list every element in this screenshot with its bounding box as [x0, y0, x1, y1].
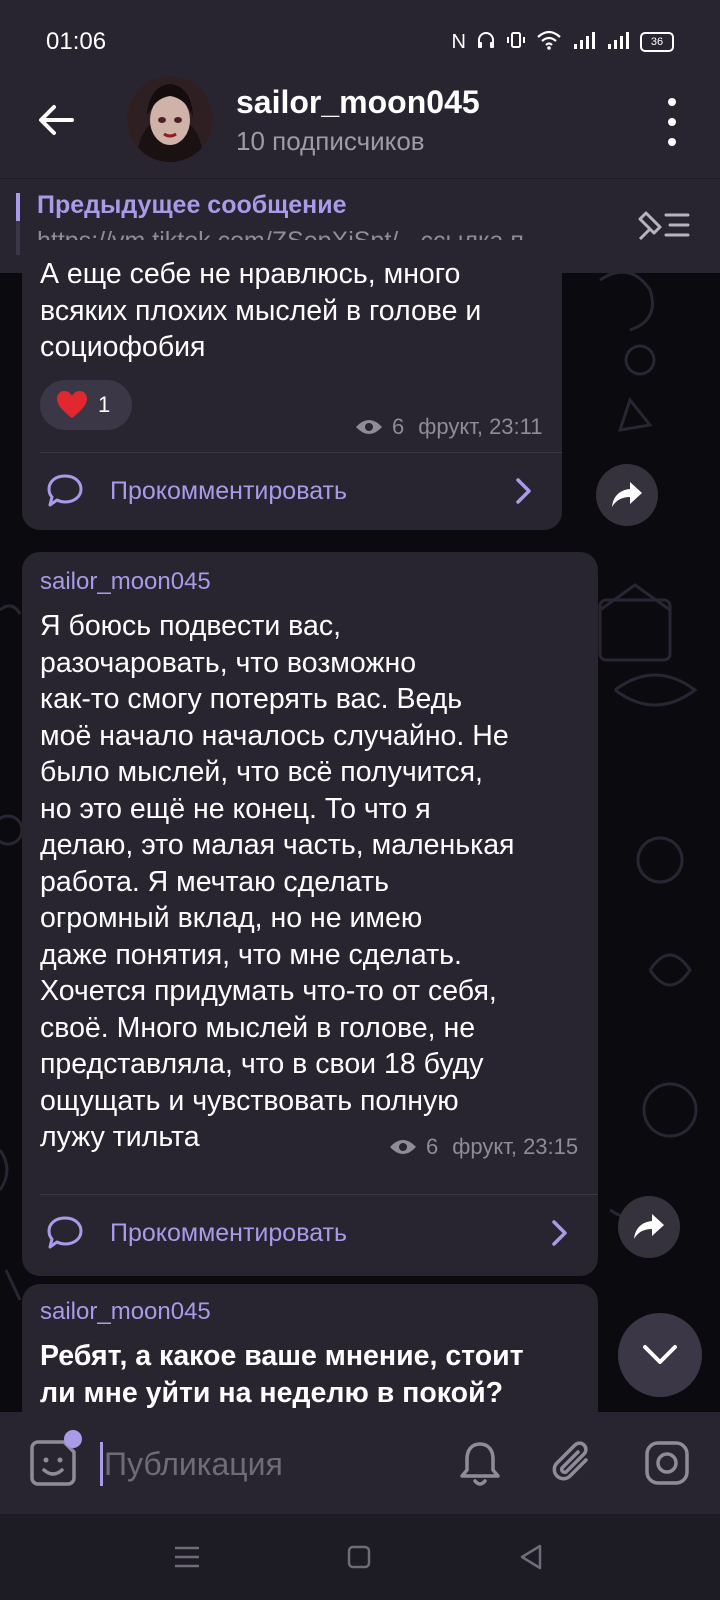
signal-icon [606, 30, 630, 54]
share-arrow-icon [634, 1214, 664, 1239]
message-line: моё начало началось случайно. Не [40, 719, 509, 752]
comment-label: Прокомментировать [110, 1218, 348, 1247]
more-menu-button[interactable] [660, 98, 684, 146]
status-time: 01:06 [46, 28, 107, 55]
message-line: всяких плохих мыслей в голове и [40, 294, 482, 327]
message-meta: 6 фрукт, 23:11 [354, 414, 543, 440]
back-button[interactable] [30, 94, 82, 146]
message-line: делаю, это малая часть, маленькая [40, 829, 515, 861]
system-navigation-bar [0, 1514, 720, 1600]
arrow-left-icon [39, 105, 74, 135]
reaction-chip[interactable]: 1 [40, 380, 132, 430]
message-line: даже понятия, что мне сделать. [40, 938, 462, 971]
message-composer: Публикация [0, 1412, 720, 1514]
square-icon [347, 1545, 371, 1569]
paperclip-icon [552, 1441, 588, 1481]
status-icons: N 36 [452, 30, 674, 54]
message-author: sailor_moon045 [40, 1298, 211, 1325]
message-text: А еще себе не нравлюсь, много всяких пло… [40, 256, 550, 366]
attach-button[interactable] [548, 1438, 598, 1488]
nfc-icon: N [451, 31, 466, 53]
message-bubble[interactable]: sailor_moon045 Я боюсь подвести вас, раз… [22, 552, 598, 1276]
message-line: Хочется придумать что-то от себя, [40, 975, 497, 1007]
views-count: 6 [392, 414, 405, 439]
channel-subscribers: 10 подписчиков [236, 126, 425, 156]
message-author: sailor_moon045 [40, 568, 211, 595]
comment-button[interactable]: Прокомментировать [22, 1198, 598, 1268]
message-line: своё. Много мыслей в голове, не [40, 1011, 476, 1044]
scroll-down-button[interactable] [618, 1313, 702, 1397]
instagram-camera-icon [645, 1441, 689, 1485]
comments-divider [40, 452, 562, 453]
message-line: было мыслей, что всё получится, [40, 756, 483, 788]
battery-icon: 36 [640, 32, 674, 52]
comment-label: Прокомментировать [110, 476, 348, 505]
message-bubble[interactable]: А еще себе не нравлюсь, много всяких пло… [22, 240, 562, 530]
message-line: ощущать и чувствовать полную [40, 1084, 459, 1117]
message-line: представляла, что в свои 18 буду [40, 1048, 484, 1080]
reaction-count: 1 [98, 392, 111, 417]
views-count: 6 [426, 1134, 439, 1159]
message-input[interactable]: Публикация [104, 1446, 283, 1483]
message-line: А еще себе не нравлюсь, много [40, 258, 461, 290]
signature-time: фрукт, 23:11 [418, 414, 543, 439]
message-line: разочаровать, что возможно [40, 646, 417, 679]
chevron-right-icon [516, 478, 531, 504]
message-line: но это ещё не конец. То что я [40, 792, 431, 825]
message-line: как-то смогу потерять вас. Ведь [40, 683, 463, 715]
pinned-indicator [16, 193, 20, 255]
share-button[interactable] [618, 1196, 680, 1258]
pinned-title: Предыдущее сообщение [37, 191, 347, 219]
vibrate-icon [506, 30, 526, 54]
message-line: социофобия [40, 331, 206, 363]
comment-button[interactable]: Прокомментировать [22, 456, 562, 526]
new-indicator-dot [64, 1430, 82, 1448]
chevron-right-icon [552, 1220, 567, 1246]
message-line: работа. Я мечтаю сделать [40, 865, 389, 898]
headphones-icon [476, 30, 496, 54]
chat-header: sailor_moon045 10 подписчиков [0, 64, 720, 178]
share-arrow-icon [612, 482, 642, 507]
message-text: Ребят, а какое ваше мнение, стоит ли мне… [40, 1338, 586, 1411]
views-eye-icon [356, 420, 382, 434]
recent-apps-button[interactable] [168, 1538, 206, 1576]
channel-title[interactable]: sailor_moon045 [236, 84, 480, 121]
views-eye-icon [390, 1140, 416, 1154]
back-nav-button[interactable] [512, 1538, 550, 1576]
comment-bubble-icon [47, 1216, 83, 1249]
signature-time: фрукт, 23:15 [452, 1134, 579, 1159]
message-line: огромный вклад, но не имею [40, 902, 423, 934]
channel-avatar[interactable] [127, 76, 213, 162]
camera-button[interactable] [642, 1438, 692, 1488]
pin-list-icon [638, 211, 690, 241]
avatar-image [127, 76, 213, 162]
message-line: ли мне уйти на неделю в покой? [40, 1376, 504, 1409]
wifi-icon [536, 30, 562, 54]
comments-divider [40, 1194, 598, 1195]
text-caret [100, 1442, 103, 1486]
message-line: Я боюсь подвести вас, [40, 610, 342, 642]
message-line: Ребят, а какое ваше мнение, стоит [40, 1340, 524, 1372]
status-bar: 01:06 N 36 [0, 0, 720, 64]
message-text: Я боюсь подвести вас, разочаровать, что … [40, 608, 586, 1156]
home-button[interactable] [340, 1538, 378, 1576]
silent-broadcast-button[interactable] [455, 1438, 505, 1488]
message-meta: 6 фрукт, 23:15 [388, 1134, 578, 1160]
chevron-down-icon [643, 1345, 677, 1364]
triangle-back-icon [520, 1544, 542, 1570]
dot-icon [668, 118, 676, 126]
comment-bubble-icon [47, 474, 83, 507]
heart-icon [57, 391, 87, 418]
dot-icon [668, 98, 676, 106]
share-button[interactable] [596, 464, 658, 526]
dot-icon [668, 138, 676, 146]
menu-lines-icon [175, 1546, 199, 1568]
signal-icon [572, 30, 596, 54]
bell-icon [460, 1442, 500, 1486]
pinned-list-button[interactable] [634, 203, 692, 247]
